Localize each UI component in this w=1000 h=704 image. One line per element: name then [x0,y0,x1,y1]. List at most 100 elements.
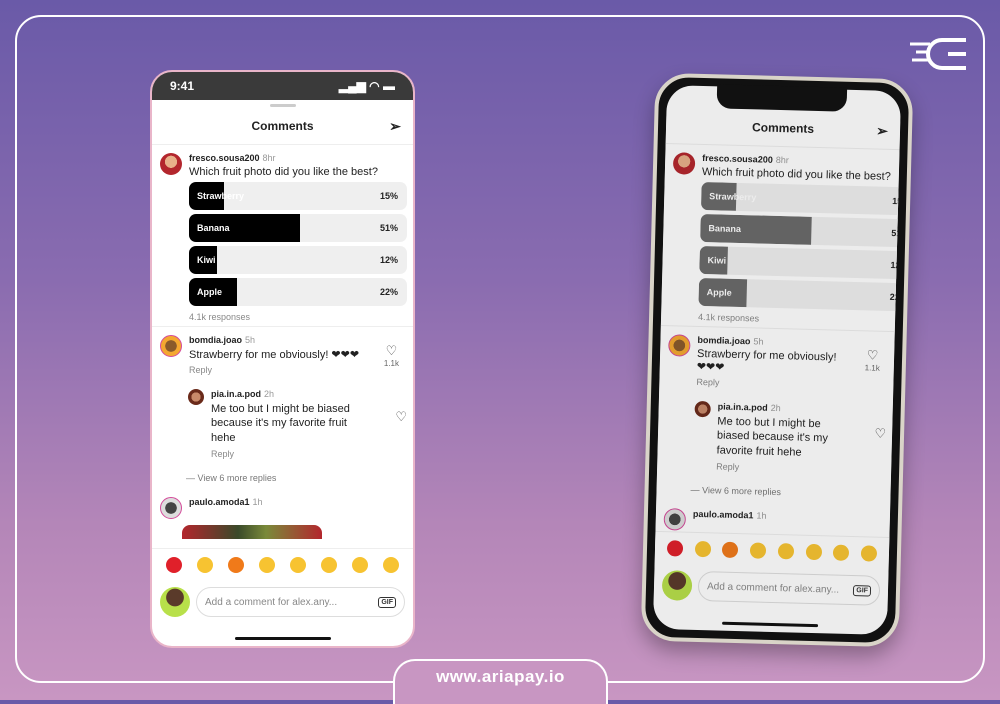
username[interactable]: fresco.sousa200 [189,153,260,163]
poll-option-label: Strawberry [709,191,757,203]
poll-option-label: Kiwi [197,255,216,265]
comment-text: Me too but I might be biased because it'… [716,415,829,459]
surprised-emoji-icon[interactable] [352,557,369,573]
comment: paulo.amoda1 1h [152,483,413,519]
like-count: 1.1k [864,363,880,373]
home-indicator[interactable] [722,621,819,628]
reply-button[interactable]: Reply [716,461,843,474]
poll-option-kiwi[interactable]: Kiwi 12% [189,246,407,274]
gif-button[interactable]: GIF [378,596,396,608]
like-button[interactable]: ♡ 1.1k [865,347,881,372]
clapping-emoji-icon[interactable] [258,557,275,573]
clapping-emoji-icon[interactable] [749,542,767,559]
heart-eyes-emoji-icon[interactable] [321,557,338,573]
raised-hands-emoji-icon[interactable] [196,557,213,573]
heart-eyes-emoji-icon[interactable] [805,543,822,561]
poll-question: Which fruit photo did you like the best? [189,166,378,178]
comment-input-row: Add a comment for alex.any... GIF [152,582,413,622]
reply-button[interactable]: Reply [211,449,365,459]
timestamp: 1h [756,510,767,521]
poll-option-apple[interactable]: Apple 22% [698,277,902,312]
username[interactable]: paulo.amoda1 [189,497,250,507]
reply-button[interactable]: Reply [189,365,359,375]
view-more-label: View 6 more replies [701,484,782,498]
username[interactable]: fresco.sousa200 [702,153,773,165]
poll-option-strawberry[interactable]: Strawberry 15% [189,182,407,210]
signal-wifi-battery-icon: ▂▄▆ ◠ ▬ [338,79,395,93]
username[interactable]: bomdia.joao [697,335,750,346]
heart-icon[interactable]: ♡ [874,426,886,442]
comment-input[interactable]: Add a comment for alex.any... GIF [697,571,881,606]
fire-emoji-icon[interactable] [722,541,739,559]
poll-option-apple[interactable]: Apple 22% [189,278,407,306]
avatar[interactable] [694,400,711,418]
avatar[interactable] [160,335,182,357]
user-avatar[interactable] [661,570,693,601]
username[interactable]: pia.in.a.pod [718,401,768,412]
reply-comment: pia.in.a.pod 2h Me too but I might be bia… [152,375,413,459]
like-button[interactable]: ♡ 1.1k [384,343,399,368]
view-more-replies[interactable]: — View 6 more replies [186,473,413,483]
poll-percent: 15% [379,191,398,201]
comment: bomdia.joao 5h Strawberry for me obviousl… [659,326,894,392]
heart-emoji-icon[interactable] [165,557,182,573]
home-indicator[interactable] [234,637,331,640]
poll-question: Which fruit photo did you like the best? [701,165,891,183]
comments-header: Comments ➢ [152,107,413,145]
comment-image[interactable] [182,524,322,539]
laughing-emoji-icon[interactable] [383,557,400,573]
avatar[interactable] [663,507,687,531]
poll-percent: 12% [379,255,398,265]
timestamp: 5h [245,335,256,345]
crying-emoji-icon[interactable] [290,557,307,573]
poll-option-banana[interactable]: Banana 51% [700,213,902,248]
like-count: 1.1k [383,359,399,368]
poll-option-strawberry[interactable]: Strawberry 15% [700,181,902,216]
avatar[interactable] [160,153,182,175]
poll-responses[interactable]: 4.1k responses [189,312,407,322]
poll-percent: 15% [892,195,902,207]
timestamp: 8hr [262,153,276,163]
raised-hands-emoji-icon[interactable] [694,540,711,558]
avatar[interactable] [188,389,204,405]
poll-option-label: Apple [706,287,732,298]
status-bar: 9:41 ▂▄▆ ◠ ▬ [152,72,413,100]
comment-input[interactable]: Add a comment for alex.any... GIF [196,587,405,617]
comment-placeholder: Add a comment for alex.any... [205,596,338,608]
poll-option-label: Banana [708,223,742,235]
username[interactable]: pia.in.a.pod [211,389,261,399]
surprised-emoji-icon[interactable] [833,544,850,561]
fire-emoji-icon[interactable] [227,557,244,573]
page-title: Comments [251,118,314,133]
heart-emoji-icon[interactable] [666,540,684,557]
poll-option-banana[interactable]: Banana 51% [189,214,407,242]
timestamp: 2h [264,389,275,399]
paper-plane-icon[interactable]: ➢ [389,118,401,135]
user-avatar[interactable] [160,587,190,617]
laughing-emoji-icon[interactable] [860,545,878,562]
phone-left: 9:41 ▂▄▆ ◠ ▬ Comments ➢ fresco.sousa200 8hr… [150,70,415,648]
username[interactable]: paulo.amoda1 [693,509,754,521]
poll-option-kiwi[interactable]: Kiwi 12% [699,245,902,280]
username[interactable]: bomdia.joao [189,335,242,345]
avatar[interactable] [160,496,182,519]
gif-button[interactable]: GIF [853,584,872,597]
comment-input-row: Add a comment for alex.any... GIF [653,564,889,611]
poll-percent: 51% [379,223,398,233]
crying-emoji-icon[interactable] [777,543,795,560]
comment: bomdia.joao 5h Strawberry for me obviousl… [152,327,413,375]
paper-plane-icon[interactable]: ➢ [876,123,888,140]
phone-right-screen: Comments ➢ fresco.sousa200 8hr Which fruit… [652,85,902,635]
poll-percent: 12% [890,259,902,271]
poll-percent: 22% [379,287,398,297]
poll-post: fresco.sousa200 8hr Which fruit photo did… [661,144,902,331]
view-more-label: View 6 more replies [197,472,277,483]
comment-list: bomdia.joao 5h Strawberry for me obviousl… [654,324,895,556]
heart-icon: ♡ [866,347,879,363]
avatar[interactable] [668,334,691,357]
comment-text: Me too but I might be biased because it'… [211,403,350,444]
poll-responses[interactable]: 4.1k responses [698,312,901,328]
avatar[interactable] [672,152,696,175]
heart-icon[interactable]: ♡ [395,409,407,425]
website-url[interactable]: www.ariapay.io [393,667,608,687]
